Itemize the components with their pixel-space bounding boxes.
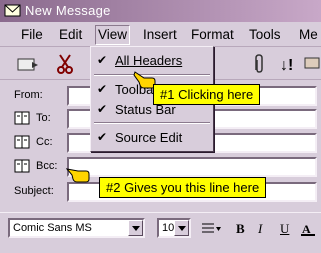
bcc-row: Bcc: — [0, 156, 321, 178]
menu-message[interactable]: Me — [299, 27, 318, 42]
compose-window: New Message File Edit View Insert Format… — [0, 0, 321, 253]
size-value: 10 — [162, 222, 175, 234]
size-select[interactable]: 10 — [157, 218, 191, 238]
chevron-down-icon[interactable] — [174, 220, 189, 236]
menu-tools[interactable]: Tools — [249, 27, 281, 42]
svg-text:↓!: ↓! — [280, 57, 293, 74]
menu-format[interactable]: Format — [191, 27, 234, 42]
send-icon[interactable] — [14, 52, 40, 76]
hand-pointer-icon — [66, 168, 90, 183]
title-bar: New Message — [0, 0, 321, 22]
menu-view[interactable]: View — [95, 25, 131, 45]
to-label: To: — [36, 112, 51, 124]
cut-icon[interactable] — [52, 52, 78, 76]
source-edit-label: Source Edit — [115, 130, 183, 145]
formatting-bar: Comic Sans MS 10 B I U A — [0, 212, 321, 242]
bcc-label: Bcc: — [36, 160, 58, 172]
from-label: From: — [14, 89, 43, 101]
callout-two: #2 Gives you this line here — [99, 177, 267, 198]
menu-bar: File Edit View Insert Format Tools Me — [0, 23, 321, 47]
bold-button[interactable]: B — [236, 221, 245, 237]
address-book-icon[interactable] — [14, 135, 31, 149]
address-book-icon[interactable] — [14, 111, 31, 125]
font-value: Comic Sans MS — [13, 222, 92, 234]
chevron-down-icon[interactable] — [128, 220, 143, 236]
menu-edit[interactable]: Edit — [59, 27, 82, 42]
priority-icon[interactable]: ↓! — [276, 52, 302, 76]
cc-label: Cc: — [36, 136, 53, 148]
checkmark-icon: ✔ — [97, 102, 108, 116]
menu-item-source-edit[interactable]: ✔ Source Edit — [91, 128, 213, 148]
all-headers-label: All Headers — [115, 53, 183, 68]
menu-insert[interactable]: Insert — [143, 27, 177, 42]
bcc-field[interactable] — [67, 157, 317, 177]
font-color-icon[interactable]: A — [300, 221, 318, 237]
envelope-icon — [4, 4, 21, 17]
font-select[interactable]: Comic Sans MS — [8, 218, 145, 238]
checkmark-icon: ✔ — [97, 82, 108, 96]
underline-button[interactable]: U — [280, 221, 289, 237]
svg-text:A: A — [302, 222, 311, 236]
callout-one: #1 Clicking here — [153, 84, 261, 105]
attach-icon[interactable] — [246, 52, 272, 76]
checkmark-icon: ✔ — [97, 130, 108, 144]
subject-label: Subject: — [14, 185, 54, 197]
address-book-icon[interactable] — [14, 159, 31, 173]
italic-button[interactable]: I — [258, 221, 262, 237]
menu-separator — [94, 122, 210, 124]
sign-icon[interactable] — [302, 52, 321, 76]
align-icon[interactable] — [200, 221, 222, 237]
menu-file[interactable]: File — [21, 27, 43, 42]
window-title: New Message — [25, 3, 111, 18]
checkmark-icon: ✔ — [97, 53, 108, 67]
